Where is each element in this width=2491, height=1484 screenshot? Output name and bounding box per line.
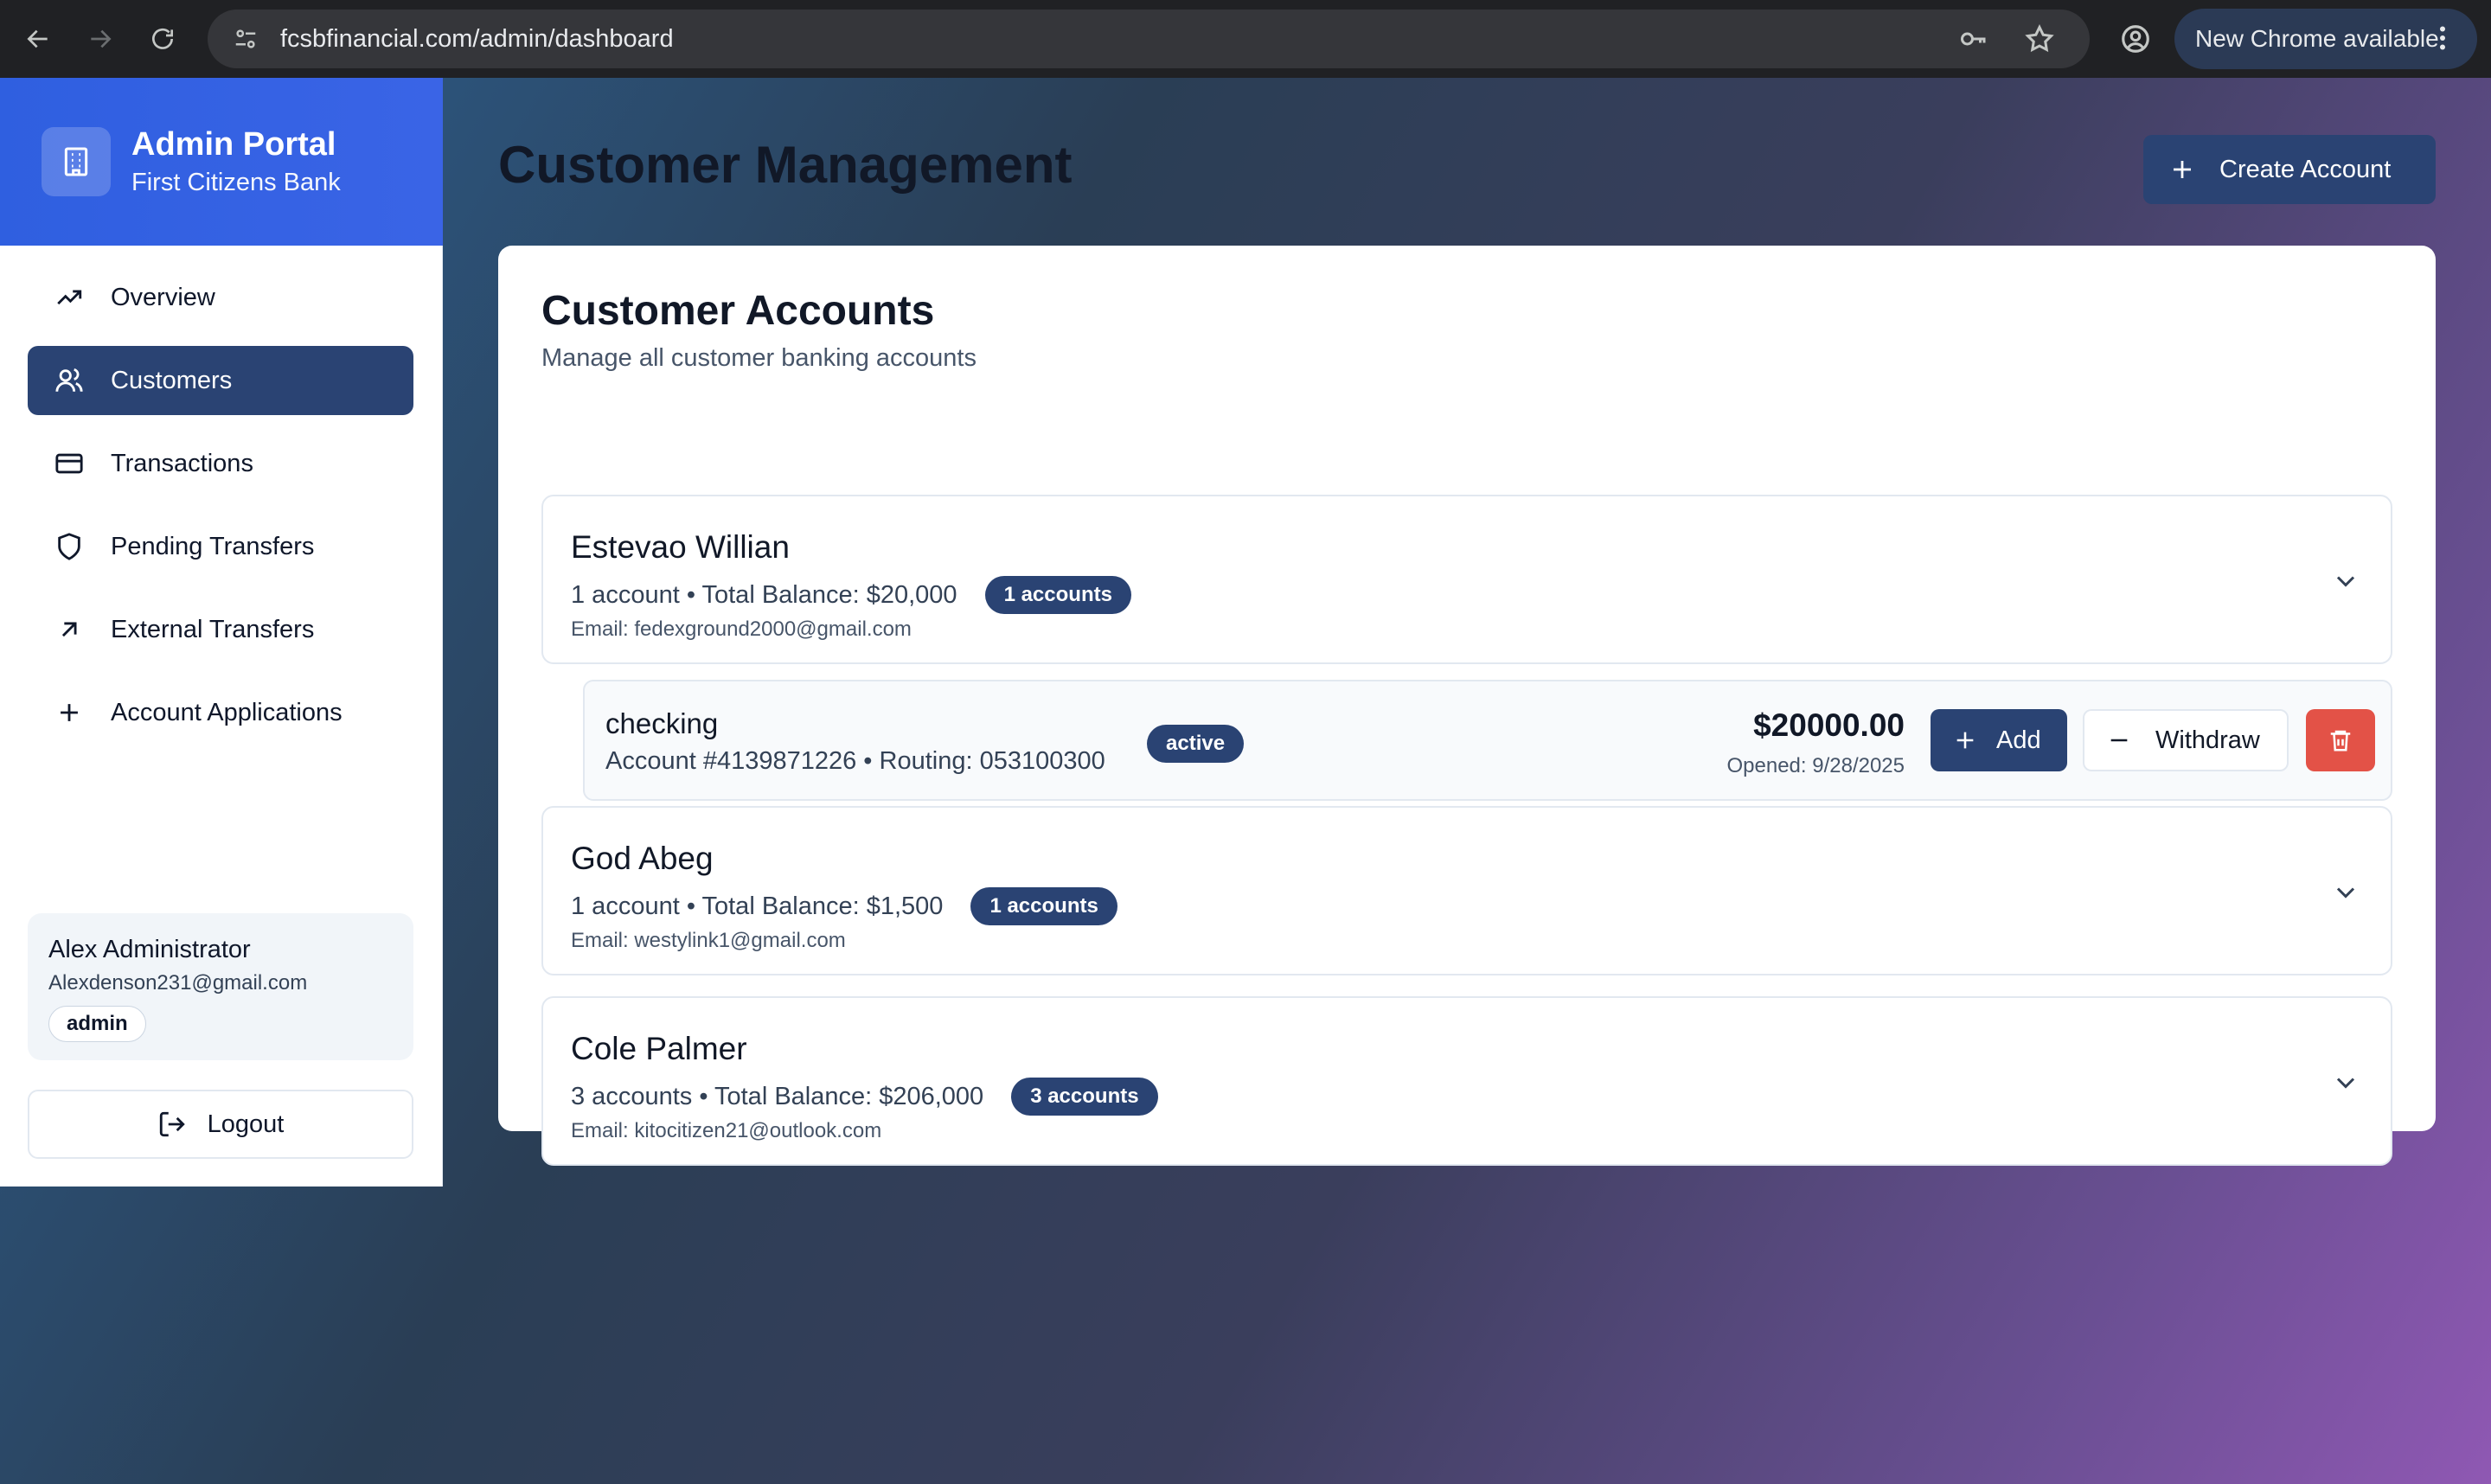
card-subtitle: Manage all customer banking accounts <box>541 344 977 372</box>
brand-header: Admin Portal First Citizens Bank <box>0 78 443 246</box>
arrow-up-right-icon <box>54 614 85 645</box>
sidebar-item-label: Pending Transfers <box>111 532 315 560</box>
add-label: Add <box>1996 726 2041 754</box>
customer-email: Email: westylink1@gmail.com <box>571 929 846 952</box>
customer-row[interactable]: Cole Palmer 3 accounts • Total Balance: … <box>541 996 2392 1166</box>
arrow-right-icon <box>91 29 112 48</box>
sidebar-item-label: Account Applications <box>111 698 343 726</box>
new-chrome-available-button[interactable]: New Chrome available <box>2174 9 2477 69</box>
create-account-button[interactable]: Create Account <box>2143 135 2436 204</box>
delete-account-button[interactable] <box>2306 709 2375 771</box>
customer-name: Cole Palmer <box>571 1031 747 1066</box>
plus-icon <box>2174 161 2191 178</box>
create-account-label: Create Account <box>2219 155 2392 183</box>
page-background: Admin Portal First Citizens Bank Overvie… <box>0 78 2491 1484</box>
status-badge: active <box>1147 725 1245 763</box>
customer-name: Estevao Willian <box>571 529 790 565</box>
logout-label: Logout <box>207 1110 285 1138</box>
profile-button[interactable] <box>2114 17 2157 61</box>
customer-summary: 1 account • Total Balance: $20,000 <box>571 580 957 609</box>
sidebar-item-label: Transactions <box>111 449 253 477</box>
customer-row[interactable]: Estevao Willian 1 account • Total Balanc… <box>541 495 2392 664</box>
trash-icon <box>2330 730 2351 752</box>
more-vert-icon <box>2440 26 2445 50</box>
reload-button[interactable] <box>137 13 189 65</box>
arrow-left-icon <box>27 29 48 48</box>
bookmark-star-icon[interactable] <box>2019 18 2060 60</box>
sidebar-item-customers[interactable]: Customers <box>28 346 413 415</box>
tune-icon <box>235 29 256 48</box>
account-opened-date: Opened: 9/28/2025 <box>1726 754 1905 777</box>
chevron-down-icon[interactable] <box>2330 877 2361 908</box>
sidebar-item-pending-transfers[interactable]: Pending Transfers <box>28 512 413 581</box>
customer-accounts-card: Customer Accounts Manage all customer ba… <box>498 246 2436 1166</box>
chevron-down-icon[interactable] <box>2330 1067 2361 1098</box>
card-title: Customer Accounts <box>541 288 935 334</box>
customer-email: Email: fedexground2000@gmail.com <box>571 617 912 641</box>
customer-name: God Abeg <box>571 841 714 876</box>
building-icon <box>42 127 111 196</box>
reload-icon <box>152 28 173 49</box>
role-badge: admin <box>48 1006 146 1042</box>
logout-icon <box>159 1111 185 1137</box>
account-balance: $20000.00 <box>1753 707 1905 743</box>
withdraw-button[interactable]: Withdraw <box>2083 709 2289 771</box>
back-button[interactable] <box>12 13 64 65</box>
plus-icon <box>1956 732 1974 749</box>
password-key-icon[interactable] <box>1953 18 1995 60</box>
accounts-count-badge: 1 accounts <box>984 576 1131 614</box>
logout-button[interactable]: Logout <box>28 1090 413 1159</box>
brand-subtitle: First Citizens Bank <box>131 169 341 196</box>
sidebar-item-external-transfers[interactable]: External Transfers <box>28 595 413 664</box>
sidebar-item-label: Overview <box>111 283 215 311</box>
browser-toolbar: fcsbfinancial.com/admin/dashboard New Ch… <box>0 0 2491 78</box>
sidebar-menu: Overview Customers Transactions Pending … <box>0 263 442 747</box>
site-info-button[interactable] <box>227 20 265 58</box>
url-text: fcsbfinancial.com/admin/dashboard <box>280 24 674 53</box>
account-details: Account #4139871226 • Routing: 053100300 <box>605 747 1105 775</box>
accounts-count-badge: 1 accounts <box>970 887 1117 925</box>
customer-summary: 3 accounts • Total Balance: $206,000 <box>571 1082 984 1110</box>
user-card: Alex Administrator Alexdenson231@gmail.c… <box>28 913 413 1060</box>
withdraw-label: Withdraw <box>2155 726 2260 754</box>
user-email: Alexdenson231@gmail.com <box>48 971 308 995</box>
shield-icon <box>54 531 85 562</box>
customer-summary: 1 account • Total Balance: $1,500 <box>571 892 944 920</box>
forward-button[interactable] <box>74 13 126 65</box>
sidebar-item-overview[interactable]: Overview <box>28 263 413 332</box>
page-title: Customer Management <box>498 136 1073 194</box>
accounts-count-badge: 3 accounts <box>1011 1078 1158 1116</box>
user-name: Alex Administrator <box>48 936 251 963</box>
sidebar: Admin Portal First Citizens Bank Overvie… <box>0 78 443 1187</box>
customer-row[interactable]: God Abeg 1 account • Total Balance: $1,5… <box>541 806 2392 975</box>
customer-email: Email: kitocitizen21@outlook.com <box>571 1119 882 1142</box>
plus-icon <box>54 697 85 728</box>
sidebar-item-transactions[interactable]: Transactions <box>28 429 413 498</box>
address-bar[interactable]: fcsbfinancial.com/admin/dashboard <box>208 10 2090 68</box>
credit-card-icon <box>54 448 85 479</box>
sidebar-item-label: Customers <box>111 366 233 394</box>
chevron-down-icon[interactable] <box>2330 566 2361 597</box>
update-label: New Chrome available <box>2195 25 2439 52</box>
minus-icon <box>2110 739 2128 742</box>
account-type: checking <box>605 707 719 739</box>
account-circle-icon <box>2122 25 2149 53</box>
brand-title: Admin Portal <box>131 126 336 163</box>
trending-up-icon <box>54 282 85 313</box>
account-row: checking Account #4139871226 • Routing: … <box>583 680 2392 801</box>
add-funds-button[interactable]: Add <box>1931 709 2067 771</box>
users-icon <box>54 365 85 396</box>
sidebar-item-account-applications[interactable]: Account Applications <box>28 678 413 747</box>
sidebar-item-label: External Transfers <box>111 615 315 643</box>
